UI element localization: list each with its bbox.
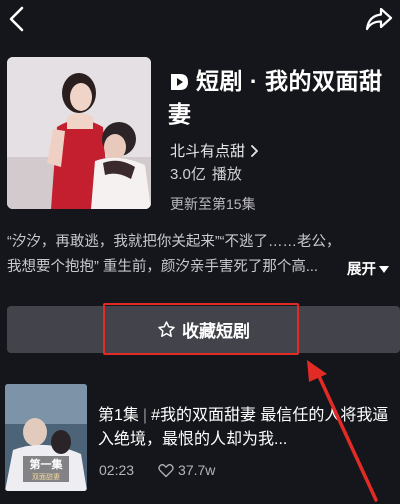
thumb-episode-badge: 第一集 <box>30 457 64 471</box>
share-arrow-icon <box>365 7 393 31</box>
episode-number: 第1集 <box>98 407 139 424</box>
episode-likes: 37.7w <box>158 462 215 478</box>
expand-button[interactable]: 展开 <box>347 258 390 279</box>
star-outline-icon <box>158 321 175 337</box>
episode-description: #我的双面甜妻 最信任的人将我逼入绝境，最恨的人却为我... <box>98 407 389 448</box>
episode-separator: | <box>142 407 148 424</box>
expand-label: 展开 <box>347 262 376 278</box>
episode-meta: 02:23 37.7w <box>99 462 215 478</box>
collect-drama-button[interactable]: 收藏短剧 <box>7 306 400 353</box>
chevron-left-icon <box>9 6 24 32</box>
heart-outline-icon <box>158 463 174 477</box>
episode-duration: 02:23 <box>99 462 135 478</box>
chevron-right-icon <box>251 144 258 157</box>
title-prefix: 短剧 <box>196 68 243 94</box>
share-button[interactable] <box>362 3 396 35</box>
collect-drama-label: 收藏短剧 <box>182 322 250 341</box>
back-button[interactable] <box>2 2 32 36</box>
episode-likes-count: 37.7w <box>178 462 216 478</box>
drama-cover-image[interactable] <box>7 57 151 209</box>
title-separator: · <box>249 68 259 94</box>
drama-title: 短剧 · 我的双面甜妻 <box>168 65 393 131</box>
caret-down-icon <box>379 265 389 273</box>
author-link[interactable]: 北斗有点甜 <box>170 140 260 161</box>
short-drama-logo-icon <box>171 74 188 90</box>
play-count-value: 3.0亿 <box>170 166 206 183</box>
play-count: 3.0亿 播放 <box>170 163 242 184</box>
episode-title[interactable]: 第1集 | #我的双面甜妻 最信任的人将我逼入绝境，最恨的人却为我... <box>98 404 394 452</box>
update-status: 更新至第15集 <box>170 196 256 212</box>
play-count-label: 播放 <box>211 166 242 183</box>
author-name: 北斗有点甜 <box>170 143 246 160</box>
thumb-subtitle: 双面甜妻 <box>32 472 60 481</box>
episode-thumbnail[interactable]: 第一集 双面甜妻 <box>5 384 87 491</box>
synopsis-text: “汐汐，再敢逃，我就把你关起来”“不逃了……老公，我想要个抱抱” 重生前，颜汐亲… <box>7 234 341 275</box>
